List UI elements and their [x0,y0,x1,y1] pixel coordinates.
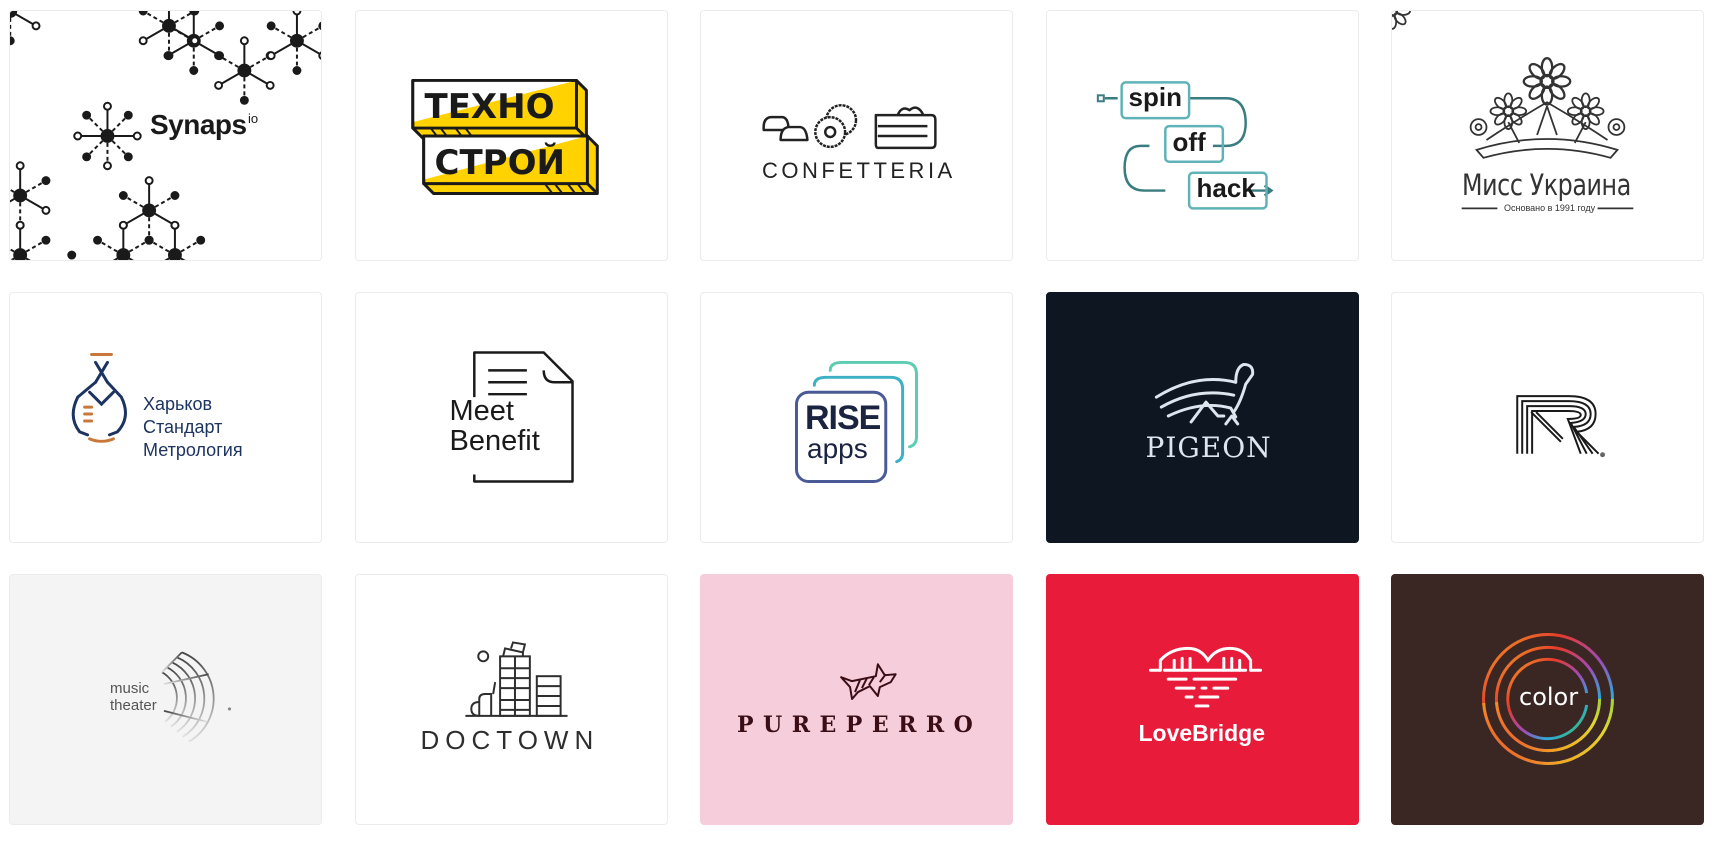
logo-gallery-grid: Synaps io ТЕХНО СТРОЙ CONFETTERIA spin o… [9,10,1704,825]
logo-card-miss-ukraine[interactable]: Мисс Украина Основано в 1991 году [1391,10,1704,261]
tekhno-text: ТЕХНО [424,87,555,127]
logo-card-music-theater[interactable]: music theater [9,574,322,825]
synaps-wordmark: Synaps [150,109,247,140]
logo-card-kharkov-standard[interactable]: Харьков Стандарт Метрология [9,292,322,543]
city-buildings-icon [464,641,568,717]
apps-text: apps [807,433,868,464]
synaps-superscript: io [248,111,259,126]
off-word: off [1172,127,1206,157]
logo-card-rise-apps[interactable]: RISE apps [700,292,1013,543]
theater-text: theater [110,697,157,714]
logo-card-confetteria[interactable]: CONFETTERIA [700,10,1013,261]
logo-card-r-monogram[interactable]: R [1391,292,1704,543]
logo-card-pigeon[interactable]: PIGEON [1045,292,1359,543]
logo-card-meet-benefit[interactable]: Meet Benefit [354,292,668,543]
flower-crown-icon [1392,11,1634,210]
benefit-text: Benefit [449,425,540,457]
confetteria-wordmark: CONFETTERIA [762,158,956,183]
r-monogram-icon [1516,395,1606,458]
pigeon-bird-icon [1154,362,1254,426]
miss-ukraine-tagline: Основано в 1991 году [1504,203,1596,213]
color-wordmark: color [1519,683,1579,711]
striped-dog-icon [840,663,897,700]
kharkov-line-2: Стандарт [143,417,223,437]
logo-card-lovebridge[interactable]: LoveBridge [1045,574,1359,825]
logo-card-pureperro[interactable]: PUREPERRO [700,574,1013,825]
sweets-icons [762,104,937,150]
construction-block-icon [410,78,599,196]
logo-card-doctown[interactable]: DOCTOWN [354,574,668,825]
logo-card-color[interactable]: color [1391,574,1704,825]
music-text: music [110,680,150,697]
bridge-heart-icon [1148,646,1262,708]
kharkov-line-3: Метрология [143,440,243,460]
pigeon-wordmark: PIGEON [1145,431,1272,464]
logo-card-synaps[interactable]: Synaps io [9,10,322,261]
pureperro-wordmark: PUREPERRO [737,712,983,738]
logo-card-spinoffhack[interactable]: spin off hack [1045,10,1359,261]
logo-card-tekhnostroy[interactable]: ТЕХНО СТРОЙ [354,10,668,261]
stroy-text: СТРОЙ [434,143,565,183]
amphitheater-arc-icon [161,651,232,743]
lovebridge-wordmark: LoveBridge [1138,720,1266,746]
doctown-wordmark: DOCTOWN [420,725,600,755]
miss-ukraine-wordmark: Мисс Украина [1462,168,1631,202]
hack-word: hack [1196,173,1256,203]
kharkov-line-1: Харьков [143,394,213,414]
meet-text: Meet [449,395,514,427]
spin-word: spin [1128,82,1182,112]
kharkov-text-block: Харьков Стандарт Метрология [143,393,243,462]
